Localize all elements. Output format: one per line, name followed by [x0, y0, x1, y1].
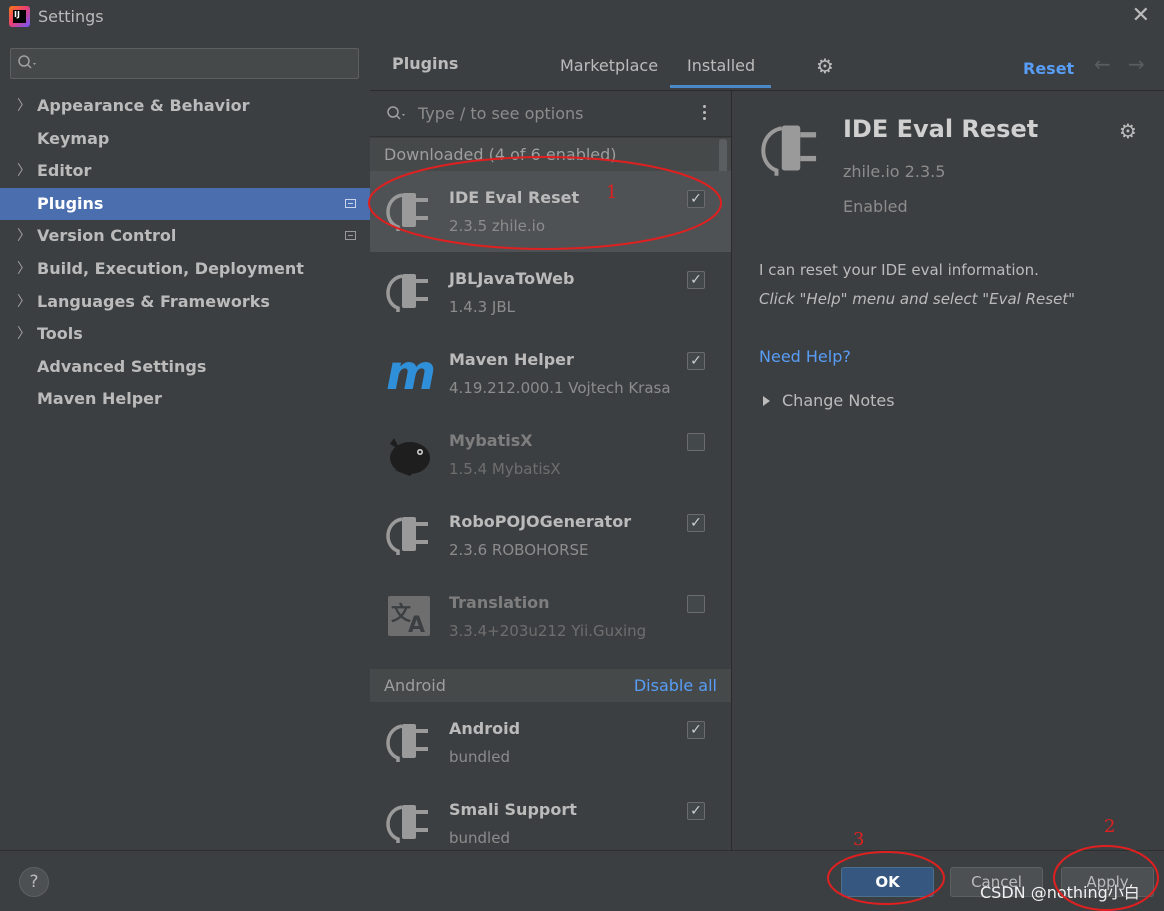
plugin-usage-hint: Click "Help" menu and select "Eval Reset…: [759, 290, 1076, 308]
plugin-item-robopojogenerator[interactable]: RoboPOJOGenerator 2.3.6 ROBOHORSE ✓: [370, 495, 731, 576]
forward-arrow-icon[interactable]: →: [1128, 52, 1145, 76]
maven-m-icon: m: [386, 347, 434, 397]
plug-icon: [386, 274, 428, 312]
annotation-number-2: 2: [1104, 816, 1116, 837]
settings-sidebar: 〉 Appearance & Behavior Keymap 〉 Editor Pl…: [0, 34, 370, 850]
sidebar-item-build[interactable]: 〉 Build, Execution, Deployment: [0, 253, 370, 286]
plug-icon: [386, 724, 428, 762]
plugins-title: Plugins: [392, 54, 459, 73]
downloaded-section-header: Downloaded (4 of 6 enabled): [370, 138, 731, 171]
plugin-item-ide-eval-reset[interactable]: IDE Eval Reset 2.3.5 zhile.io ✓: [370, 171, 731, 252]
intellij-app-icon: IJ: [9, 6, 30, 27]
plugin-enable-checkbox[interactable]: ✓: [687, 721, 705, 739]
plugin-enable-checkbox[interactable]: ✓: [687, 271, 705, 289]
search-placeholder: Type / to see options: [418, 104, 584, 123]
sidebar-item-version-control[interactable]: 〉 Version Control: [0, 220, 370, 253]
sidebar-item-languages[interactable]: 〉 Languages & Frameworks: [0, 286, 370, 319]
more-options-icon[interactable]: [703, 105, 707, 123]
plug-icon: [386, 193, 428, 231]
chevron-right-icon: 〉: [17, 228, 31, 245]
ok-button[interactable]: OK: [841, 867, 934, 897]
plugin-item-maven-helper[interactable]: m Maven Helper 4.19.212.000.1 Vojtech Kr…: [370, 333, 731, 414]
translate-icon: 文 A: [388, 596, 430, 638]
back-arrow-icon[interactable]: ←: [1094, 52, 1111, 76]
watermark: CSDN @nothing小白: [980, 883, 1140, 902]
plugin-item-jbljavatoweb[interactable]: JBLJavaToWeb 1.4.3 JBL ✓: [370, 252, 731, 333]
gear-icon[interactable]: ⚙: [816, 56, 834, 76]
chevron-right-icon: 〉: [17, 98, 31, 114]
chevron-right-icon: 〉: [17, 326, 31, 343]
plugin-search-input[interactable]: Type / to see options: [370, 91, 731, 137]
project-level-icon: [345, 198, 356, 208]
reset-link[interactable]: Reset: [1023, 59, 1074, 78]
plugins-header: Plugins Marketplace Installed ⚙ Reset ← …: [370, 34, 1164, 91]
chevron-right-icon: 〉: [17, 293, 31, 310]
plugin-list: Type / to see options Downloaded (4 of 6…: [370, 91, 732, 850]
plugin-item-mybatisx[interactable]: MybatisX 1.5.4 MybatisX: [370, 414, 731, 495]
search-icon: [18, 55, 36, 69]
project-level-icon: [345, 231, 356, 241]
plug-icon: [761, 125, 817, 176]
svg-text:A: A: [408, 613, 425, 638]
sidebar-item-appearance[interactable]: 〉 Appearance & Behavior: [0, 90, 370, 123]
tab-installed[interactable]: Installed: [687, 56, 755, 75]
plugin-enable-checkbox[interactable]: [687, 433, 705, 451]
sidebar-item-plugins[interactable]: Plugins: [0, 187, 370, 221]
change-notes-toggle[interactable]: Change Notes: [763, 391, 895, 410]
svg-text:m: m: [386, 347, 434, 397]
sidebar-item-maven-helper[interactable]: Maven Helper: [0, 383, 370, 416]
plugin-detail-status: Enabled: [843, 197, 908, 216]
title-bar: IJ Settings ✕: [0, 0, 1164, 34]
tab-marketplace[interactable]: Marketplace: [560, 56, 658, 75]
settings-search-input[interactable]: [10, 48, 359, 79]
chevron-right-icon: 〉: [17, 163, 31, 180]
triangle-right-icon: [763, 396, 770, 406]
plug-icon: [386, 805, 428, 843]
gear-icon[interactable]: ⚙: [1119, 119, 1137, 143]
dialog-footer: ? OK Cancel Apply CSDN @nothing小白: [0, 850, 1164, 911]
plugin-detail-name: IDE Eval Reset: [843, 115, 1039, 143]
chevron-right-icon: 〉: [17, 260, 31, 277]
plugin-enable-checkbox[interactable]: ✓: [687, 802, 705, 820]
plugin-enable-checkbox[interactable]: [687, 595, 705, 613]
sidebar-item-advanced-settings[interactable]: Advanced Settings: [0, 351, 370, 384]
plugin-item-android[interactable]: Android bundled ✓: [370, 702, 731, 783]
annotation-number-1: 1: [606, 182, 618, 203]
sidebar-item-editor[interactable]: 〉 Editor: [0, 155, 370, 188]
plugin-enable-checkbox[interactable]: ✓: [687, 352, 705, 370]
plug-icon: [386, 517, 428, 555]
plugin-enable-checkbox[interactable]: ✓: [687, 190, 705, 208]
android-section-header: Android Disable all: [370, 669, 731, 702]
sidebar-item-keymap[interactable]: Keymap: [0, 123, 370, 156]
window-title: Settings: [38, 7, 104, 26]
plugin-description: I can reset your IDE eval information.: [759, 261, 1039, 279]
plugin-enable-checkbox[interactable]: ✓: [687, 514, 705, 532]
bird-icon: [390, 438, 430, 476]
search-icon: [387, 106, 405, 120]
plugin-item-translation[interactable]: 文 A Translation 3.3.4+203u212 Yii.Guxing: [370, 576, 731, 657]
help-button[interactable]: ?: [19, 867, 49, 897]
plugin-item-smali-support[interactable]: Smali Support bundled ✓: [370, 783, 731, 850]
close-icon[interactable]: ✕: [1132, 5, 1150, 27]
active-tab-indicator: [670, 85, 771, 88]
need-help-link[interactable]: Need Help?: [759, 347, 851, 366]
settings-nav: 〉 Appearance & Behavior Keymap 〉 Editor Pl…: [0, 90, 370, 416]
plugin-detail-version: zhile.io 2.3.5: [843, 162, 946, 181]
disable-all-link[interactable]: Disable all: [634, 676, 717, 695]
sidebar-item-tools[interactable]: 〉 Tools: [0, 318, 370, 351]
annotation-number-3: 3: [853, 829, 865, 850]
plugin-detail-panel: IDE Eval Reset ⚙ zhile.io 2.3.5 Enabled …: [732, 91, 1164, 850]
